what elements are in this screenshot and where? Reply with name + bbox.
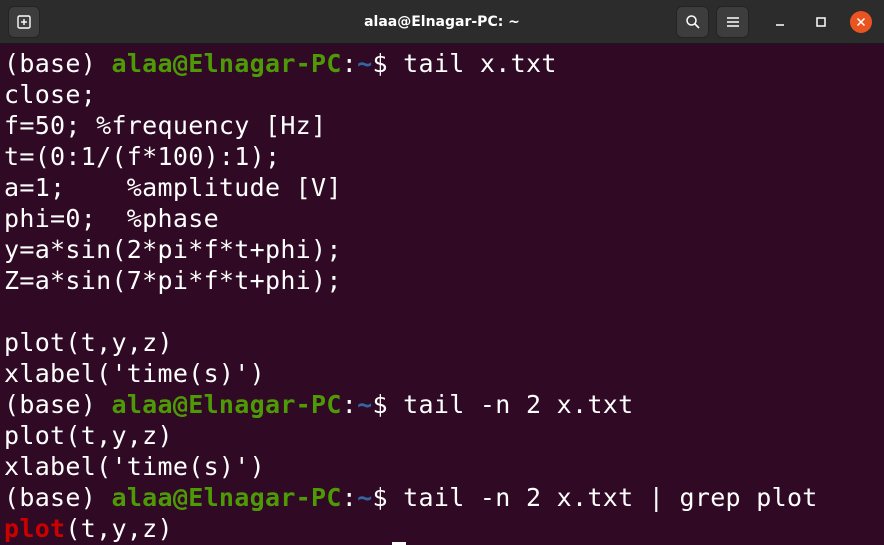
output-line: close; (4, 80, 97, 109)
prompt-line: (base) alaa@Elnagar-PC:~$ tail -n 2 x.tx… (4, 389, 633, 420)
grep-rest: (t,y,z) (65, 514, 173, 543)
command-text: tail -n 2 x.txt | grep plot (403, 483, 818, 512)
output-line: xlabel('time(s)') (4, 359, 265, 388)
prompt-path: ~ (357, 483, 373, 512)
hamburger-menu-icon (726, 17, 739, 27)
command-text: tail x.txt (403, 49, 557, 78)
prompt-symbol: $ (372, 49, 404, 78)
prompt-line: (base) alaa@Elnagar-PC:~$ tail x.txt (4, 48, 557, 79)
output-line: t=(0:1/(f*100):1); (4, 142, 281, 171)
menu-button[interactable] (716, 6, 749, 38)
output-line: xlabel('time(s)') (4, 452, 265, 481)
output-line: phi=0; %phase (4, 204, 219, 233)
output-line: plot(t,y,z) (4, 421, 173, 450)
grep-output-line: plot(t,y,z) (4, 513, 173, 544)
output-line: Z=a*sin(7*pi*f*t+phi); (4, 266, 342, 295)
minimize-button[interactable] (769, 11, 791, 33)
prompt-env: (base) (4, 49, 112, 78)
prompt-env: (base) (4, 390, 112, 419)
minimize-icon (776, 24, 784, 26)
search-button[interactable] (676, 6, 709, 38)
output-line: f=50; %frequency [Hz] (4, 111, 327, 140)
output-line: a=1; %amplitude [V] (4, 173, 342, 202)
command-text: tail -n 2 x.txt (403, 390, 634, 419)
prompt-env: (base) (4, 483, 112, 512)
terminal-output[interactable]: (base) alaa@Elnagar-PC:~$ tail x.txt clo… (0, 45, 884, 545)
output-line: y=a*sin(2*pi*f*t+phi); (4, 235, 342, 264)
prompt-path: ~ (357, 49, 373, 78)
prompt-user-host: alaa@Elnagar-PC (111, 390, 342, 419)
search-icon (685, 15, 700, 29)
prompt-separator: : (341, 483, 358, 512)
close-button[interactable] (850, 11, 872, 33)
window-title: alaa@Elnagar-PC: ~ (364, 14, 520, 30)
close-icon (856, 17, 866, 27)
prompt-symbol: $ (372, 483, 404, 512)
maximize-icon (816, 17, 826, 27)
prompt-user-host: alaa@Elnagar-PC (111, 49, 342, 78)
prompt-separator: : (341, 390, 358, 419)
prompt-symbol: $ (372, 390, 404, 419)
output-line: plot(t,y,z) (4, 328, 173, 357)
prompt-user-host: alaa@Elnagar-PC (111, 483, 342, 512)
title-bar: alaa@Elnagar-PC: ~ (0, 0, 884, 44)
maximize-button[interactable] (810, 11, 832, 33)
prompt-line: (base) alaa@Elnagar-PC:~$ tail -n 2 x.tx… (4, 482, 818, 513)
prompt-path: ~ (357, 390, 373, 419)
grep-match: plot (4, 514, 66, 543)
prompt-separator: : (341, 49, 358, 78)
